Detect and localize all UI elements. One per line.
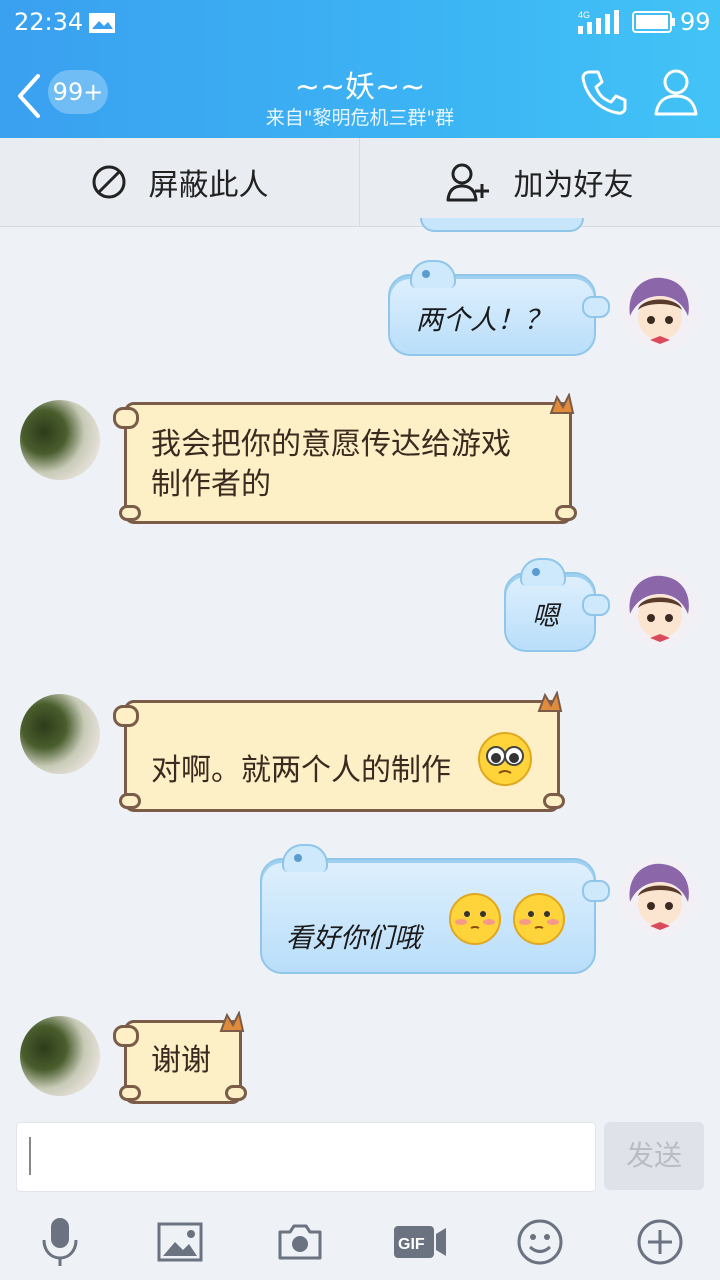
- message-bubble[interactable]: 对啊。就两个人的制作: [113, 691, 565, 812]
- sender-avatar[interactable]: [20, 694, 100, 774]
- status-bar: 22:34 4G 99: [0, 0, 720, 44]
- send-button[interactable]: 发送: [604, 1122, 704, 1190]
- battery-level: 99: [680, 8, 711, 36]
- phone-call-icon[interactable]: [578, 66, 630, 118]
- message-text-line: 制作者的: [151, 467, 271, 502]
- message-bubble[interactable]: 两个人！？: [388, 260, 610, 356]
- avatar-image: [620, 270, 700, 350]
- more-button[interactable]: [628, 1210, 692, 1274]
- message-text: 看好你们哦: [286, 923, 421, 954]
- sender-avatar[interactable]: [20, 400, 100, 480]
- cat-ears-decoration: [219, 1011, 245, 1032]
- add-friend-label: 加为好友: [513, 168, 634, 203]
- message-text: 两个人！？: [416, 305, 551, 336]
- image-icon: [157, 1222, 203, 1262]
- signal-icon: 4G: [578, 10, 619, 34]
- voice-button[interactable]: [28, 1210, 92, 1274]
- block-icon: [92, 165, 125, 199]
- avatar-image: [620, 856, 700, 936]
- cat-ears-decoration: [549, 393, 575, 414]
- message-bubble[interactable]: 看好你们哦: [260, 844, 610, 974]
- message-text-line: 我会把你的意愿传达给游戏: [151, 427, 511, 462]
- gif-icon: GIF: [394, 1226, 446, 1258]
- message-text: 对啊。就两个人的制作: [151, 753, 451, 788]
- message-text: 谢谢: [151, 1043, 211, 1078]
- my-avatar[interactable]: [620, 856, 700, 936]
- photo-album-button[interactable]: [148, 1210, 212, 1274]
- plus-icon: [637, 1219, 683, 1265]
- svg-text:GIF: GIF: [398, 1236, 425, 1253]
- gif-button[interactable]: GIF: [388, 1210, 452, 1274]
- message-text: 嗯: [532, 601, 559, 632]
- block-user-button[interactable]: 屏蔽此人: [0, 138, 360, 226]
- add-person-icon: [446, 163, 489, 202]
- emoji-icon: [517, 1219, 563, 1265]
- status-time: 22:34: [14, 8, 84, 36]
- cat-ears-decoration: [537, 691, 563, 712]
- microphone-icon: [42, 1218, 78, 1266]
- message-input[interactable]: [16, 1122, 596, 1192]
- partial-bubble: [420, 218, 584, 232]
- emoji-button[interactable]: [508, 1210, 572, 1274]
- my-avatar[interactable]: [620, 270, 700, 350]
- message-bubble[interactable]: 谢谢: [113, 1011, 247, 1104]
- blush-face-emoji: [513, 893, 565, 945]
- sender-avatar[interactable]: [20, 1016, 100, 1096]
- battery-icon: [632, 11, 675, 33]
- avatar-image: [620, 568, 700, 648]
- stranger-action-bar: 屏蔽此人 加为好友: [0, 138, 720, 227]
- network-type-label: 4G: [578, 10, 590, 20]
- chat-header: 22:34 4G 99 99+ ~~妖~~ 来自"黎明危机三群"群: [0, 0, 720, 138]
- blush-face-emoji: [449, 893, 501, 945]
- my-avatar[interactable]: [620, 568, 700, 648]
- camera-icon: [278, 1224, 322, 1260]
- block-user-label: 屏蔽此人: [148, 168, 269, 203]
- text-caret: [29, 1137, 31, 1175]
- add-friend-button[interactable]: 加为好友: [360, 138, 719, 226]
- pleading-face-emoji: [478, 732, 532, 786]
- notification-image-icon: [89, 13, 115, 33]
- message-bubble[interactable]: 我会把你的意愿传达给游戏 制作者的: [113, 393, 577, 524]
- message-bubble[interactable]: 嗯: [504, 558, 610, 652]
- person-icon[interactable]: [652, 66, 700, 118]
- camera-button[interactable]: [268, 1210, 332, 1274]
